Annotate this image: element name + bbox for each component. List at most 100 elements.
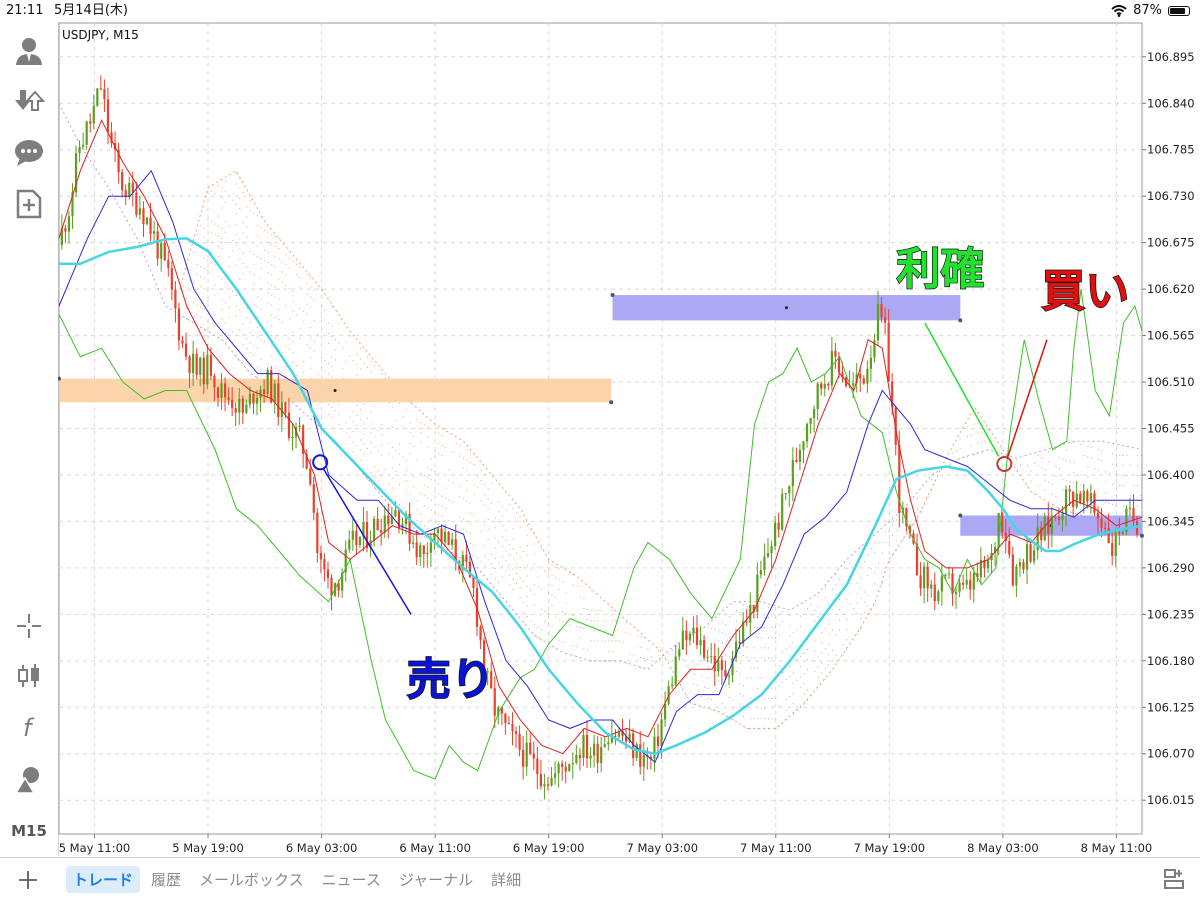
cloud-dot xyxy=(817,605,819,607)
cloud-dot xyxy=(508,554,510,556)
cloud-dot xyxy=(810,614,812,616)
cloud-dot xyxy=(249,251,251,253)
bear-candle xyxy=(323,559,326,570)
price-chart[interactable]: 売り利確 買いUSDJPY, M15106.895106.840106.78510… xyxy=(57,22,1200,856)
cloud-dot xyxy=(203,278,205,280)
objects-icon[interactable] xyxy=(9,760,49,800)
cloud-dot xyxy=(732,719,734,721)
bull-candle xyxy=(770,546,773,554)
cloud-dot xyxy=(746,728,748,729)
cloud-dot xyxy=(406,500,407,502)
cloud-dot xyxy=(508,574,510,576)
bear-candle xyxy=(174,289,177,309)
cloud-dot xyxy=(785,648,787,650)
cloud-dot xyxy=(1140,475,1142,476)
bull-candle xyxy=(692,627,695,634)
chat-icon[interactable] xyxy=(9,133,49,173)
cloud-dot xyxy=(615,640,617,642)
cloud-dot xyxy=(775,637,777,639)
cloud-dot xyxy=(729,656,730,658)
cloud-dot xyxy=(267,241,269,243)
cloud-dot xyxy=(1066,460,1068,461)
cloud-dot xyxy=(959,438,961,440)
cloud-dot xyxy=(516,512,517,514)
cloud-dot xyxy=(427,436,429,438)
cloud-dot xyxy=(271,325,273,326)
bull-candle xyxy=(1128,508,1132,510)
candlestick-icon[interactable] xyxy=(9,656,49,696)
bull-candle xyxy=(866,368,869,384)
new-order-icon[interactable] xyxy=(9,184,49,224)
crosshair-icon[interactable] xyxy=(9,606,49,646)
cloud-dot xyxy=(494,567,496,569)
tab-4[interactable]: ジャーナル xyxy=(392,866,480,893)
tab-5[interactable]: 詳細 xyxy=(484,866,528,893)
cloud-dot xyxy=(540,608,542,610)
cloud-dot xyxy=(753,718,755,720)
cloud-dot xyxy=(267,251,269,253)
chart-area[interactable]: 売り 利確 買い USDJPY, M15 106.895 106.840 106.785 10… xyxy=(57,22,1200,856)
cloud-dot xyxy=(434,511,436,513)
cloud-dot xyxy=(1041,457,1043,459)
cloud-dot xyxy=(824,678,826,680)
cloud-dot xyxy=(271,264,273,266)
cloud-dot xyxy=(516,552,517,554)
cloud-dot xyxy=(682,658,684,660)
bear-candle xyxy=(234,408,237,413)
y-tick-label: 106.895 xyxy=(1147,50,1195,64)
cloud-dot xyxy=(235,244,237,246)
cloud-dot xyxy=(313,299,315,301)
cloud-dot xyxy=(501,515,503,517)
add-icon[interactable] xyxy=(14,866,42,894)
cloud-dot xyxy=(693,683,695,685)
cloud-dot xyxy=(242,192,244,193)
cloud-dot xyxy=(764,718,766,720)
cloud-dot xyxy=(537,637,539,639)
tab-1[interactable]: 履歴 xyxy=(144,866,188,893)
cloud-dot xyxy=(498,562,500,563)
cloud-dot xyxy=(988,429,989,431)
cloud-dot xyxy=(193,251,195,253)
cloud-dot xyxy=(526,555,528,557)
cloud-dot xyxy=(239,238,241,240)
cloud-dot xyxy=(196,233,198,235)
cloud-dot xyxy=(714,629,716,631)
cloud-dot xyxy=(402,426,404,428)
cloud-dot xyxy=(530,620,532,622)
tab-3[interactable]: ニュース xyxy=(315,866,388,893)
trade-arrows-icon[interactable] xyxy=(9,82,49,122)
tab-2[interactable]: メールボックス xyxy=(192,866,311,893)
tab-0[interactable]: トレード xyxy=(66,866,141,893)
cloud-dot xyxy=(221,227,223,229)
cloud-dot xyxy=(863,591,865,593)
bull-candle xyxy=(298,425,301,428)
cloud-dot xyxy=(438,513,439,515)
indicator-function-icon[interactable]: f xyxy=(9,708,49,748)
cloud-dot xyxy=(182,285,184,287)
cloud-dot xyxy=(828,654,830,656)
cloud-dot xyxy=(562,611,564,613)
bull-candle xyxy=(199,357,202,375)
cloud-dot xyxy=(438,524,439,525)
bear-candle xyxy=(106,99,110,133)
bear-candle xyxy=(121,172,124,191)
bull-candle xyxy=(944,574,947,577)
cloud-dot xyxy=(533,553,535,555)
cloud-dot xyxy=(281,352,283,354)
cloud-dot xyxy=(817,656,819,658)
cloud-dot xyxy=(629,653,631,655)
cloud-dot xyxy=(242,252,244,254)
bear-candle xyxy=(135,192,138,215)
cloud-dot xyxy=(746,707,748,709)
symbol-label: USDJPY, M15 xyxy=(62,28,139,42)
cloud-dot xyxy=(484,545,486,547)
timeframe-label[interactable]: M15 xyxy=(0,822,58,840)
cloud-dot xyxy=(839,598,840,600)
layout-icon[interactable] xyxy=(1162,867,1186,891)
account-icon[interactable] xyxy=(9,31,49,71)
cloud-dot xyxy=(374,476,376,478)
cloud-dot xyxy=(544,621,546,623)
cloud-dot xyxy=(381,454,383,456)
cloud-dot xyxy=(523,520,525,522)
cloud-dot xyxy=(310,286,312,288)
